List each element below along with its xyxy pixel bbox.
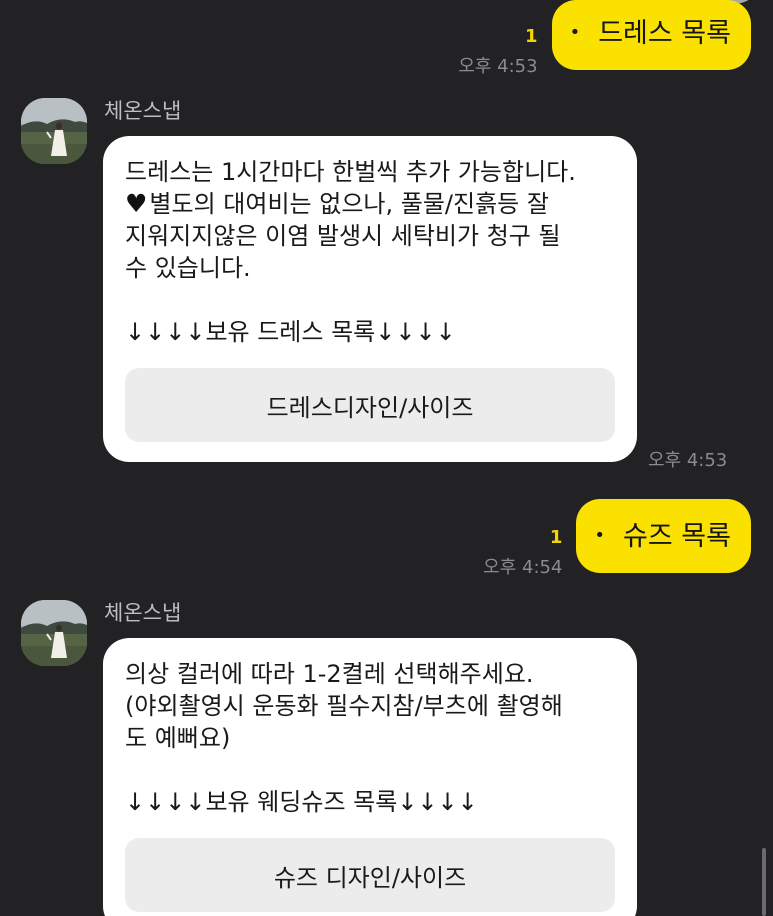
message-line-text: 별도의 대여비는 없으나, 풀물/진흙등 잘 xyxy=(149,190,549,218)
profile-photo-icon[interactable] xyxy=(21,98,87,164)
message-line: 수 있습니다. xyxy=(125,254,251,282)
message-meta: 1 오후 4:53 xyxy=(458,26,537,78)
unread-count: 1 xyxy=(525,26,538,47)
message-time: 오후 4:54 xyxy=(483,557,563,578)
sender-name: 체온스냅 xyxy=(104,99,182,123)
message-meta: 1 오후 4:54 xyxy=(483,527,562,579)
incoming-message: 체온스냅 드레스는 1시간마다 한벌씩 추가 가능합니다. ♥별도의 대여비는 … xyxy=(21,98,761,478)
profile-photo-icon[interactable] xyxy=(21,600,87,666)
outgoing-bubble[interactable]: • 드레스 목록 xyxy=(551,0,751,70)
outgoing-message: 1 오후 4:53 • 드레스 목록 xyxy=(458,0,751,78)
dress-design-size-button[interactable]: 드레스디자인/사이즈 xyxy=(125,368,615,442)
unread-count: 1 xyxy=(549,527,563,548)
chat-room: 1 오후 4:53 • 드레스 목록 체온스냅 드레스는 1시간마다 한벌씩 추… xyxy=(0,0,773,916)
message-time: 오후 4:53 xyxy=(648,450,728,471)
message-text: 드레스 목록 xyxy=(598,18,731,49)
message-line: 드레스는 1시간마다 한벌씩 추가 가능합니다. xyxy=(125,158,576,186)
bullet-icon: • xyxy=(594,525,606,546)
message-time: 오후 4:53 xyxy=(458,56,538,77)
message-line: 도 예뻐요) xyxy=(125,724,231,752)
incoming-bubble: 의상 컬러에 따라 1-2켤레 선택해주세요. (야외촬영시 운동화 필수지참/… xyxy=(103,638,637,916)
outgoing-message: 1 오후 4:54 • 슈즈 목록 xyxy=(483,499,751,579)
message-line: ↓↓↓↓보유 드레스 목록↓↓↓↓ xyxy=(125,318,456,346)
message-line: 지워지지않은 이염 발생시 세탁비가 청구 될 xyxy=(125,222,561,250)
shoes-design-size-button[interactable]: 슈즈 디자인/사이즈 xyxy=(125,838,615,912)
message-text: 슈즈 목록 xyxy=(623,521,731,552)
message-line: 의상 컬러에 따라 1-2켤레 선택해주세요. xyxy=(125,660,534,688)
incoming-message: 체온스냅 의상 컬러에 따라 1-2켤레 선택해주세요. (야외촬영시 운동화 … xyxy=(21,600,761,916)
message-line: ↓↓↓↓보유 웨딩슈즈 목록↓↓↓↓ xyxy=(125,788,478,816)
scrollbar[interactable] xyxy=(762,848,766,916)
sender-name: 체온스냅 xyxy=(104,601,182,625)
bullet-icon: • xyxy=(569,22,581,43)
message-line xyxy=(125,754,615,786)
outgoing-bubble[interactable]: • 슈즈 목록 xyxy=(576,499,751,573)
message-line: ♥별도의 대여비는 없으나, 풀물/진흙등 잘 xyxy=(125,188,615,220)
incoming-bubble: 드레스는 1시간마다 한벌씩 추가 가능합니다. ♥별도의 대여비는 없으나, … xyxy=(103,136,637,462)
black-heart-icon: ♥ xyxy=(125,189,148,218)
message-line: (야외촬영시 운동화 필수지참/부츠에 촬영해 xyxy=(125,692,563,720)
message-line xyxy=(125,284,615,316)
